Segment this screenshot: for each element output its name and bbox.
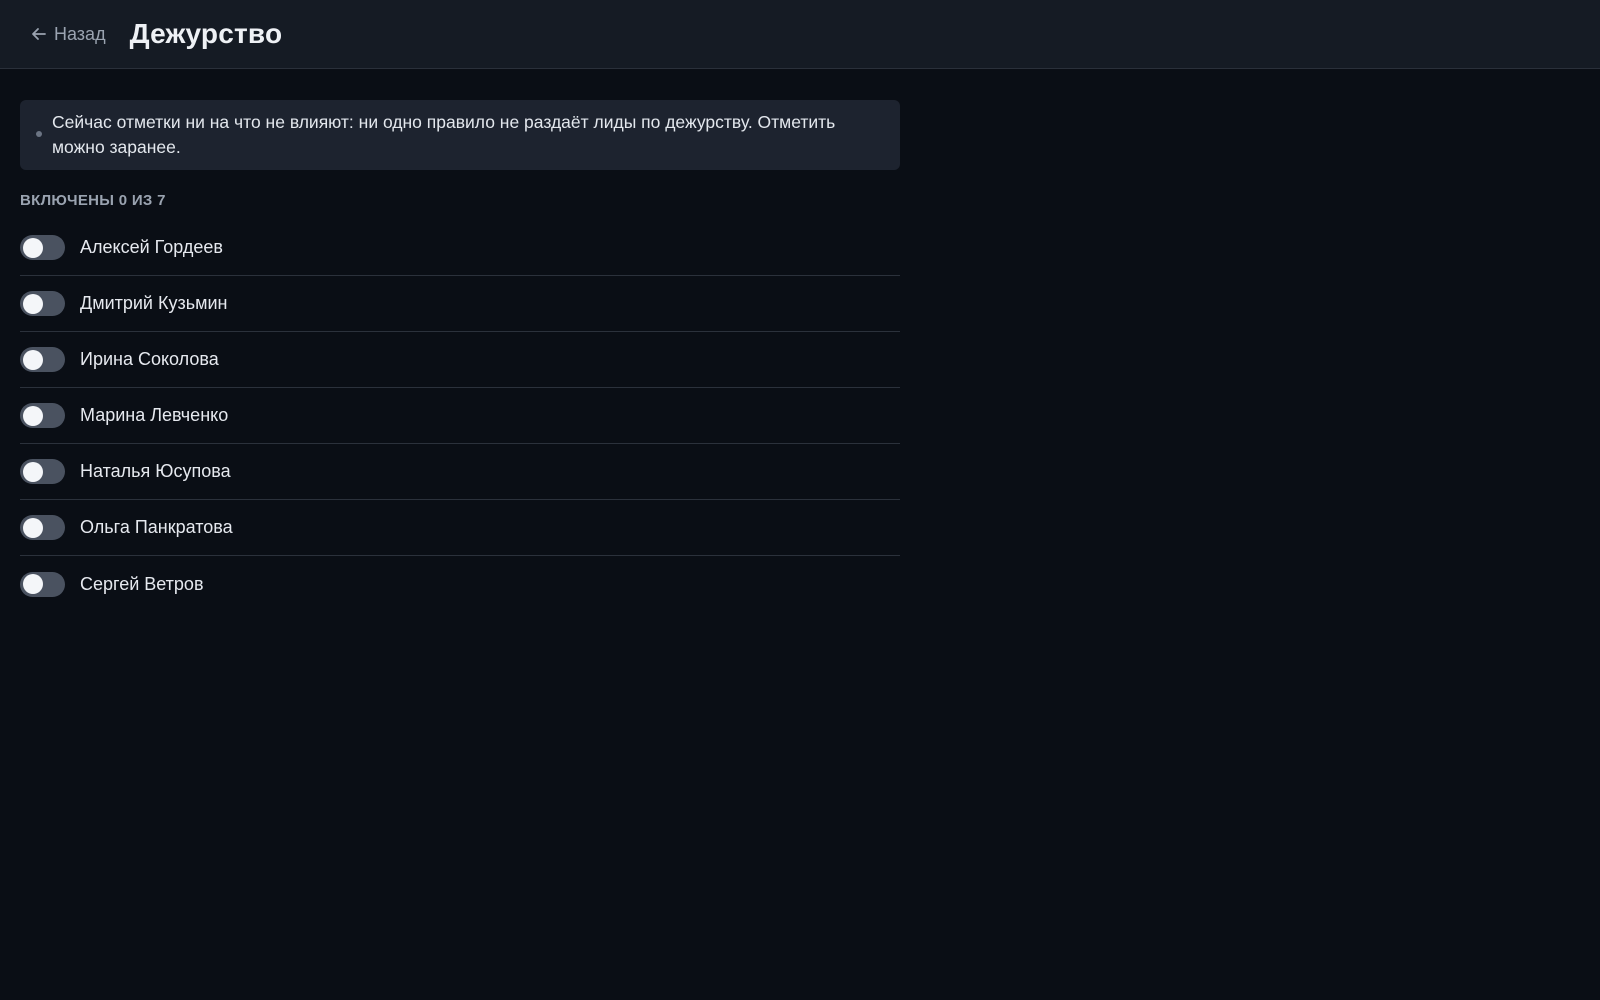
duty-row[interactable]: Дмитрий Кузьмин [20,276,900,332]
toggle-knob [23,461,43,482]
info-notice: Сейчас отметки ни на что не влияют: ни о… [20,100,900,170]
info-notice-text: Сейчас отметки ни на что не влияют: ни о… [52,112,836,157]
enabled-counter: ВКЛЮЧЕНЫ 0 ИЗ 7 [20,192,166,209]
person-name: Алексей Гордеев [80,237,223,257]
person-name: Марина Левченко [80,405,229,425]
page-title: Дежурство [129,18,283,49]
duty-toggle[interactable] [20,235,65,260]
back-button-label: Назад [54,23,106,44]
duty-list: Алексей Гордеев Дмитрий Кузьмин Ирина Со… [20,220,900,612]
toggle-knob [23,405,43,426]
duty-row[interactable]: Наталья Юсупова [20,444,900,500]
person-name: Ольга Панкратова [80,517,233,537]
duty-row[interactable]: Ирина Соколова [20,332,900,388]
person-name: Сергей Ветров [80,573,204,594]
duty-toggle[interactable] [20,291,65,316]
duty-toggle[interactable] [20,347,65,372]
person-name: Ирина Соколова [80,349,219,369]
duty-row[interactable]: Марина Левченко [20,388,900,444]
toggle-knob [23,517,43,538]
toggle-knob [23,237,43,258]
toggle-knob [23,349,43,370]
duty-toggle[interactable] [20,515,65,540]
toggle-knob [23,574,43,594]
duty-toggle[interactable] [20,571,65,597]
duty-row[interactable]: Ольга Панкратова [20,500,900,556]
back-button[interactable]: Назад [30,24,106,45]
toggle-knob [23,293,43,314]
bullet-dot-icon [36,131,42,137]
arrow-left-icon [32,28,46,40]
app-header: Назад Дежурство [0,0,1600,69]
person-name: Дмитрий Кузьмин [80,293,228,313]
duty-row[interactable]: Сергей Ветров [20,556,900,612]
main-content: Сейчас отметки ни на что не влияют: ни о… [0,69,900,612]
duty-row[interactable]: Алексей Гордеев [20,220,900,276]
person-name: Наталья Юсупова [80,461,231,481]
duty-toggle[interactable] [20,403,65,428]
duty-toggle[interactable] [20,459,65,484]
